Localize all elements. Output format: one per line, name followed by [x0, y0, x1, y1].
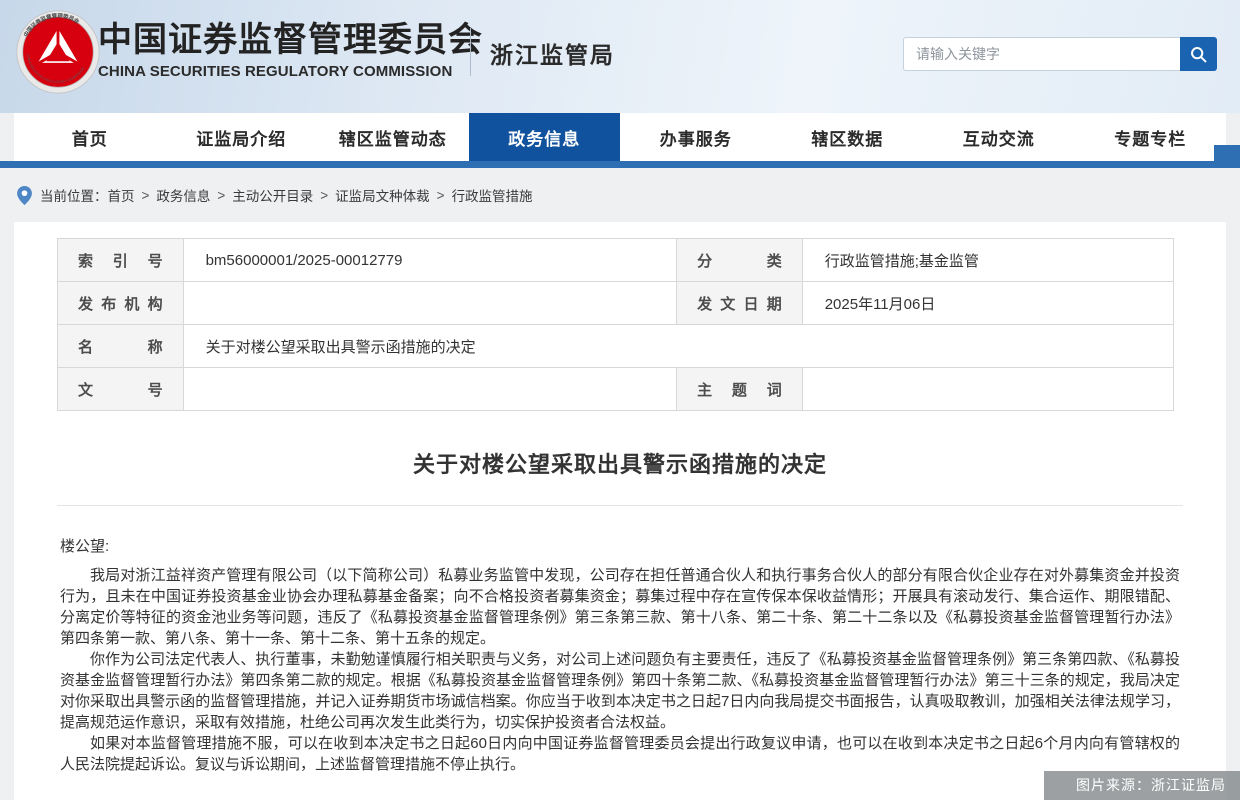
nav-right-accent [1214, 145, 1240, 168]
breadcrumb-prefix: 当前位置： [40, 185, 108, 205]
nav-item-interaction[interactable]: 互动交流 [923, 113, 1075, 161]
nav-item-regional-data[interactable]: 辖区数据 [772, 113, 924, 161]
bureau-name: 浙江监管局 [490, 36, 615, 70]
search-button[interactable] [1180, 37, 1217, 71]
meta-label-keywords: 主题词 [677, 368, 803, 411]
nav-bottom-bar [0, 161, 1240, 168]
nav-item-services[interactable]: 办事服务 [620, 113, 772, 161]
org-name-en: CHINA SECURITIES REGULATORY COMMISSION [98, 63, 483, 80]
meta-label-index-no: 索引号 [58, 239, 184, 282]
breadcrumb-separator: > [142, 188, 150, 203]
table-row: 发布机构 发文日期 2025年11月06日 [58, 282, 1174, 325]
search-icon [1189, 45, 1208, 64]
meta-value-keywords [802, 368, 1173, 411]
breadcrumb-item-gov-info[interactable]: 政务信息 [156, 185, 210, 205]
nav-item-home[interactable]: 首页 [14, 113, 166, 161]
breadcrumb-item-open-catalog[interactable]: 主动公开目录 [232, 185, 313, 205]
search-input[interactable] [903, 37, 1180, 71]
meta-value-issue-date: 2025年11月06日 [802, 282, 1173, 325]
breadcrumb-separator: > [217, 188, 225, 203]
nav-item-bureau-intro[interactable]: 证监局介绍 [166, 113, 318, 161]
image-source-badge: 图片来源：浙江证监局 [1044, 771, 1240, 800]
breadcrumb: 当前位置： 首页 > 政务信息 > 主动公开目录 > 证监局文种体裁 > 行政监… [0, 168, 1240, 222]
breadcrumb-separator: > [320, 188, 328, 203]
meta-value-issuer [183, 282, 677, 325]
salutation: 楼公望: [60, 536, 1180, 557]
table-row: 索引号 bm56000001/2025-00012779 分类 行政监管措施;基… [58, 239, 1174, 282]
breadcrumb-item-admin-measures[interactable]: 行政监管措施 [452, 185, 533, 205]
page-title: 关于对楼公望采取出具警示函措施的决定 [14, 447, 1226, 479]
paragraph: 你作为公司法定代表人、执行董事，未勤勉谨慎履行相关职责与义务，对公司上述问题负有… [60, 649, 1180, 733]
nav-item-special-topics[interactable]: 专题专栏 [1075, 113, 1227, 161]
table-row: 文号 主题词 [58, 368, 1174, 411]
meta-label-title: 名称 [58, 325, 184, 368]
main-nav: 首页 证监局介绍 辖区监管动态 政务信息 办事服务 辖区数据 互动交流 专题专栏 [14, 113, 1226, 161]
table-row: 名称 关于对楼公望采取出具警示函措施的决定 [58, 325, 1174, 368]
breadcrumb-item-home[interactable]: 首页 [108, 185, 135, 205]
content-card: 索引号 bm56000001/2025-00012779 分类 行政监管措施;基… [14, 222, 1226, 800]
meta-value-category: 行政监管措施;基金监管 [802, 239, 1173, 282]
site-header: 中国证券监督管理委员会 CHINA SECURITIES REGULATORY … [0, 0, 1240, 113]
location-pin-icon [17, 186, 32, 205]
document-body: 楼公望: 我局对浙江益祥资产管理有限公司（以下简称公司）私募业务监管中发现，公司… [60, 536, 1180, 775]
site-search [903, 37, 1217, 71]
csrc-logo[interactable]: 中国证券监督管理委员会 CHINA SECURITIES REGULATORY … [16, 10, 100, 94]
paragraph: 我局对浙江益祥资产管理有限公司（以下简称公司）私募业务监管中发现，公司存在担任普… [60, 565, 1180, 649]
meta-label-issue-date: 发文日期 [677, 282, 803, 325]
nav-item-gov-info[interactable]: 政务信息 [469, 113, 621, 161]
nav-item-regional-news[interactable]: 辖区监管动态 [317, 113, 469, 161]
paragraph: 如果对本监督管理措施不服，可以在收到本决定书之日起60日内向中国证券监督管理委员… [60, 733, 1180, 775]
org-name-cn: 中国证券监督管理委员会 [98, 21, 483, 60]
meta-value-title: 关于对楼公望采取出具警示函措施的决定 [183, 325, 1173, 368]
meta-label-category: 分类 [677, 239, 803, 282]
document-meta-table: 索引号 bm56000001/2025-00012779 分类 行政监管措施;基… [57, 238, 1174, 411]
meta-value-doc-no [183, 368, 677, 411]
title-divider [57, 505, 1183, 506]
meta-label-issuer: 发布机构 [58, 282, 184, 325]
meta-label-doc-no: 文号 [58, 368, 184, 411]
breadcrumb-item-doc-type[interactable]: 证监局文种体裁 [335, 185, 430, 205]
header-divider [470, 28, 471, 76]
meta-value-index-no: bm56000001/2025-00012779 [183, 239, 677, 282]
breadcrumb-separator: > [437, 188, 445, 203]
